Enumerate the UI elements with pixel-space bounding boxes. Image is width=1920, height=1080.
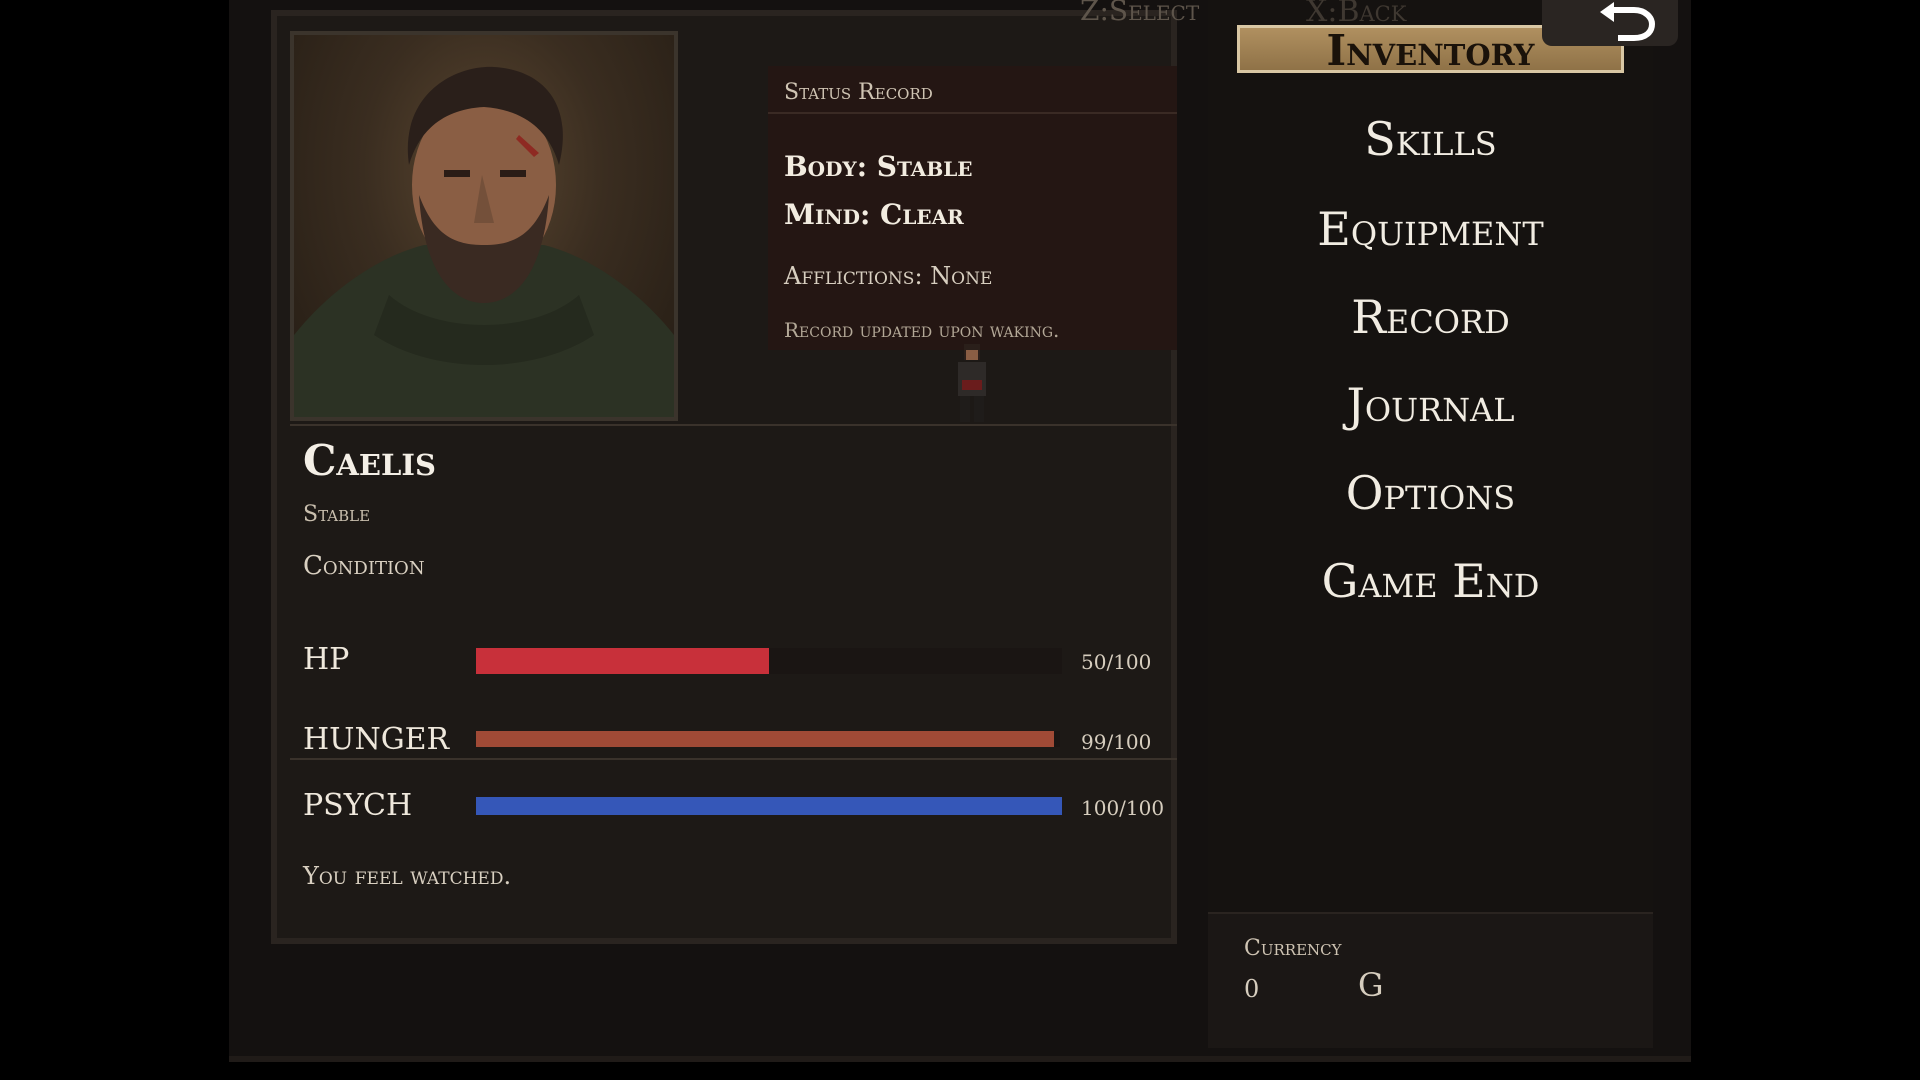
currency-amount: 0 [1244,975,1260,1003]
currency-unit: G [1358,966,1384,1004]
bottom-strip [229,1056,1691,1062]
currency-label: Currency [1244,936,1342,961]
psych-value: 100/100 [1081,796,1165,820]
condition-label: Condition [303,551,425,581]
currency-box [1208,912,1653,1048]
character-portrait [290,31,678,421]
afflictions-status: Afflictions: None [784,262,993,290]
section-divider [290,424,1177,426]
body-status: Body: Stable [784,150,973,183]
menu-item-record[interactable]: Record [1208,290,1653,344]
back-hint: X:Back [1306,0,1407,29]
menu-item-game-end[interactable]: Game End [1208,554,1653,608]
stat-label-psych: PSYCH [303,788,413,823]
return-arrow-icon [1600,2,1656,41]
character-state: Stable [303,502,371,527]
character-sprite [942,340,1002,426]
status-message: You feel watched. [303,862,512,890]
hunger-value: 99/100 [1081,730,1152,754]
hp-bar [476,648,1062,674]
hunger-bar-fill [476,731,1055,747]
hunger-bar [476,731,1060,747]
menu-item-equipment[interactable]: Equipment [1208,202,1653,256]
select-hint: Z:Select [1080,0,1200,27]
menu-item-options[interactable]: Options [1208,466,1653,520]
psych-bar [476,797,1062,815]
stat-label-hp: HP [303,642,350,677]
status-record-heading: Status Record [784,80,933,105]
psych-bar-fill [476,797,1062,815]
menu-item-skills[interactable]: Skills [1208,112,1653,166]
record-divider [768,112,1177,114]
portrait-illustration [294,66,674,417]
mind-status: Mind: Clear [784,198,964,231]
record-note: Record updated upon waking. [784,318,1060,342]
hp-bar-fill [476,648,769,674]
hp-value: 50/100 [1081,650,1152,674]
character-name: Caelis [303,436,436,485]
stat-label-hunger: HUNGER [303,722,450,757]
back-button[interactable] [1542,0,1678,46]
bar-divider [290,758,1177,760]
menu-item-journal[interactable]: Journal [1208,378,1653,432]
